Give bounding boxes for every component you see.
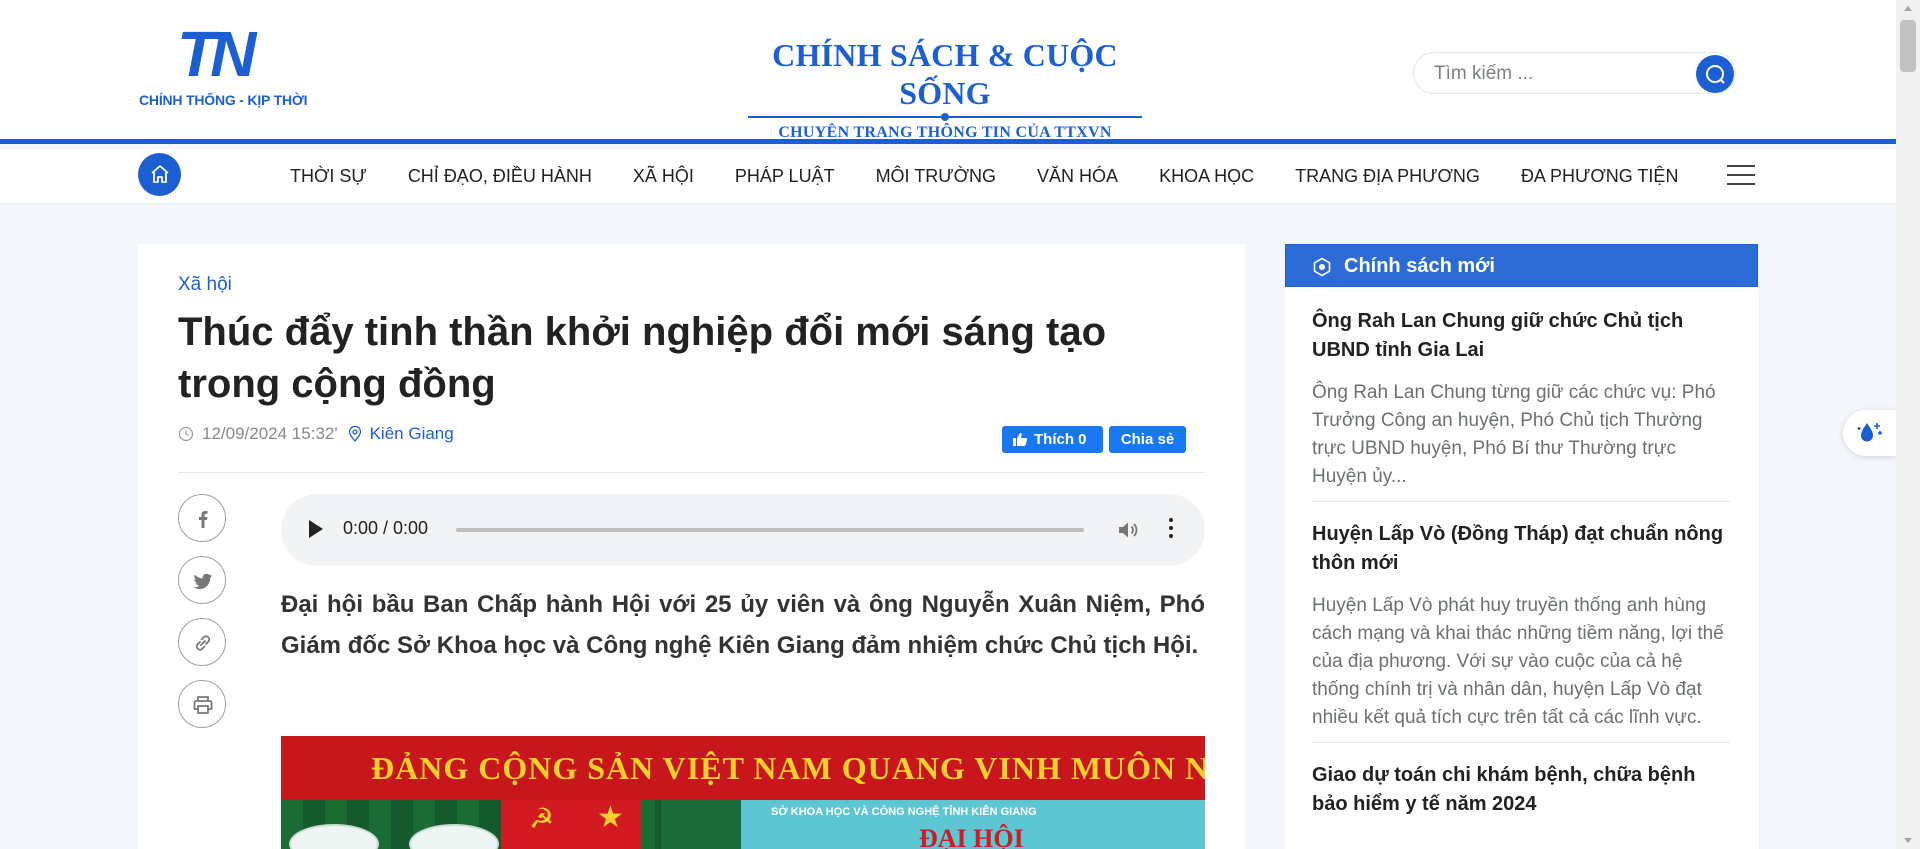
logo-mark: TN	[177, 18, 256, 90]
search-input[interactable]	[1434, 63, 1674, 85]
thumbs-up-icon	[1013, 433, 1028, 446]
list-item[interactable]: Giao dự toán chi khám bệnh, chữa bệnh bả…	[1312, 761, 1730, 819]
search-icon	[1706, 65, 1725, 84]
star-icon: ★	[597, 801, 624, 834]
nav-item-xa-hoi[interactable]: XÃ HỘI	[633, 166, 694, 187]
article-location-link[interactable]: Kiên Giang	[348, 424, 454, 444]
more-options-icon[interactable]	[1169, 518, 1173, 542]
photo-banner: ĐẢNG CỘNG SẢN VIỆT NAM QUANG VINH MUÔN N…	[281, 736, 1205, 800]
home-button[interactable]	[138, 153, 181, 196]
sidebar-list: Ông Rah Lan Chung giữ chức Chủ tịch UBND…	[1312, 307, 1730, 837]
article-datetime: 12/09/2024 15:32'	[202, 424, 338, 443]
search-button[interactable]	[1696, 55, 1734, 93]
photo-banner-text: ĐẢNG CỘNG SẢN VIỆT NAM QUANG VINH MUÔN N…	[371, 750, 1205, 786]
sidebar-heading-label: Chính sách mới	[1344, 255, 1495, 277]
audio-player: 0:00 / 0:00	[281, 494, 1205, 566]
link-icon	[195, 635, 211, 651]
share-twitter-button[interactable]	[178, 556, 226, 604]
meta-divider	[178, 472, 1205, 473]
photo-flowers	[289, 824, 499, 849]
article-photo[interactable]: ĐẢNG CỘNG SẢN VIỆT NAM QUANG VINH MUÔN N…	[281, 736, 1205, 849]
list-item[interactable]: Huyện Lấp Vò (Đồng Tháp) đạt chuẩn nông …	[1312, 520, 1730, 743]
hammer-sickle-icon: ☭	[529, 803, 555, 834]
article-lead: Đại hội bầu Ban Chấp hành Hội với 25 ủy …	[281, 591, 1205, 659]
article-category[interactable]: Xã hội	[178, 274, 232, 296]
nav-item-van-hoa[interactable]: VĂN HÓA	[1037, 166, 1118, 187]
nav-item-trang-dia-phuong[interactable]: TRANG ĐỊA PHƯƠNG	[1295, 166, 1480, 187]
nav-item-chi-dao-dieu-hanh[interactable]: CHỈ ĐẠO, ĐIỀU HÀNH	[408, 166, 592, 187]
facebook-icon	[199, 511, 208, 528]
nav-item-phap-luat[interactable]: PHÁP LUẬT	[735, 166, 835, 187]
article-title: Thúc đẩy tinh thần khởi nghiệp đổi mới s…	[178, 310, 1107, 406]
nav-item-moi-truong[interactable]: MÔI TRƯỜNG	[876, 166, 996, 187]
list-item[interactable]: Ông Rah Lan Chung giữ chức Chủ tịch UBND…	[1312, 307, 1730, 502]
brand-masthead[interactable]: CHÍNH SÁCH & CUỘC SỐNG CHUYÊN TRANG THÔN…	[740, 36, 1150, 142]
nav-menu: THỜI SỰ CHỈ ĐẠO, ĐIỀU HÀNH XÃ HỘI PHÁP L…	[270, 149, 1699, 203]
nav-item-thoi-su[interactable]: THỜI SỰ	[290, 166, 367, 187]
home-icon	[151, 165, 169, 183]
hamburger-menu-icon[interactable]	[1727, 165, 1755, 187]
hexagon-icon	[1313, 257, 1331, 277]
print-button[interactable]	[178, 680, 226, 728]
play-icon[interactable]	[309, 520, 323, 538]
share-toolbar	[178, 494, 226, 742]
sidebar-heading: Chính sách mới	[1285, 244, 1758, 287]
volume-icon[interactable]	[1116, 518, 1142, 542]
sidebar-new-policies: Chính sách mới Ông Rah Lan Chung giữ chứ…	[1285, 244, 1758, 849]
page-scrollbar[interactable]	[1896, 0, 1920, 849]
list-item-title[interactable]: Giao dự toán chi khám bệnh, chữa bệnh bả…	[1312, 761, 1730, 819]
share-facebook-button[interactable]	[178, 494, 226, 542]
clock-icon	[178, 426, 194, 442]
audio-seek-bar[interactable]	[456, 528, 1084, 532]
brand-subtitle: CHUYÊN TRANG THÔNG TIN CỦA TTXVN	[778, 124, 1112, 141]
article-meta: 12/09/2024 15:32' Kiên Giang	[178, 424, 454, 444]
site-logo[interactable]: TN CHÍNH THỐNG - KỊP THỜI	[139, 18, 319, 108]
list-item-title[interactable]: Ông Rah Lan Chung giữ chức Chủ tịch UBND…	[1312, 307, 1730, 365]
twitter-icon	[193, 573, 212, 589]
list-item-title[interactable]: Huyện Lấp Vò (Đồng Tháp) đạt chuẩn nông …	[1312, 520, 1730, 578]
water-drop-sparkle-icon	[1857, 423, 1882, 442]
scrollbar-thumb[interactable]	[1900, 20, 1916, 72]
list-item-summary: Ông Rah Lan Chung từng giữ các chức vụ: …	[1312, 382, 1716, 487]
scroll-up-arrow-icon[interactable]	[1904, 6, 1912, 11]
nav-item-khoa-hoc[interactable]: KHOA HỌC	[1159, 166, 1254, 187]
logo-tagline: CHÍNH THỐNG - KỊP THỜI	[139, 92, 308, 108]
copy-link-button[interactable]	[178, 618, 226, 666]
location-pin-icon	[348, 426, 361, 442]
scroll-down-arrow-icon[interactable]	[1904, 838, 1912, 843]
brand-title: CHÍNH SÁCH & CUỘC SỐNG	[772, 37, 1118, 111]
photo-board-line1: SỞ KHOA HỌC VÀ CÔNG NGHỆ TỈNH KIÊN GIANG	[771, 806, 1037, 818]
site-header: TN CHÍNH THỐNG - KỊP THỜI CHÍNH SÁCH & C…	[0, 0, 1896, 144]
printer-icon	[193, 696, 213, 714]
audio-time: 0:00 / 0:00	[343, 518, 429, 538]
photo-backdrop-board: SỞ KHOA HỌC VÀ CÔNG NGHỆ TỈNH KIÊN GIANG…	[741, 800, 1205, 849]
search-box	[1413, 52, 1736, 94]
list-item-summary: Huyện Lấp Vò phát huy truyền thống anh h…	[1312, 595, 1724, 728]
article-location: Kiên Giang	[369, 424, 454, 443]
photo-board-line2: ĐẠI HỘI	[919, 824, 1024, 849]
article-card: Xã hội Thúc đẩy tinh thần khởi nghiệp đổ…	[138, 244, 1245, 849]
brand-divider	[748, 113, 1142, 121]
facebook-share-button[interactable]: Chia sẻ	[1109, 426, 1186, 453]
facebook-like-button[interactable]: Thích 0	[1002, 426, 1103, 453]
floating-widget-button[interactable]	[1843, 410, 1896, 456]
nav-item-da-phuong-tien[interactable]: ĐA PHƯƠNG TIỆN	[1521, 166, 1679, 187]
facebook-like-label: Thích 0	[1034, 431, 1087, 448]
main-nav: THỜI SỰ CHỈ ĐẠO, ĐIỀU HÀNH XÃ HỘI PHÁP L…	[0, 149, 1896, 203]
